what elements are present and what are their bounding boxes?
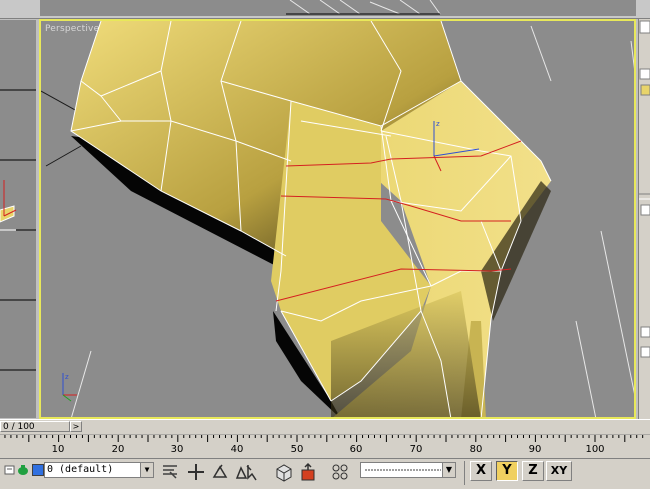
layer-color-swatch[interactable] (32, 464, 44, 476)
tick-label-80: 80 (469, 444, 483, 455)
command-panel[interactable] (638, 19, 650, 419)
rotate-icon[interactable] (210, 462, 230, 482)
named-selection-set-dropdown[interactable]: ▼ (360, 462, 456, 478)
chevron-down-icon[interactable]: ▼ (442, 463, 455, 477)
tick-label-90: 90 (528, 444, 542, 455)
select-cursor-icon[interactable] (244, 462, 262, 482)
perspective-viewport[interactable]: Perspective z z (39, 19, 636, 419)
svg-text:z: z (436, 120, 440, 128)
time-slider-thumb[interactable]: 0 / 100 (0, 421, 70, 432)
teapot-icon[interactable] (16, 463, 30, 477)
separator (464, 461, 465, 485)
render-scene-icon[interactable] (274, 462, 294, 482)
current-layer-dropdown[interactable]: 0 (default) ▼ (44, 462, 154, 478)
track-bar-ruler[interactable]: 10 20 30 40 50 60 70 80 90 100 (0, 434, 650, 458)
axis-z-button[interactable]: Z (522, 461, 544, 481)
chevron-down-icon[interactable]: ▼ (140, 463, 153, 477)
model-mesh[interactable]: z z (41, 21, 636, 419)
named-selection-icon[interactable] (330, 462, 350, 482)
axis-xy-button[interactable]: XY (546, 461, 572, 481)
select-by-name-icon[interactable] (160, 462, 180, 482)
tick-label-60: 60 (349, 444, 363, 455)
tick-label-100: 100 (585, 444, 605, 455)
axis-x-button[interactable]: X (470, 461, 492, 481)
tick-label-50: 50 (290, 444, 304, 455)
top-viewport[interactable] (40, 0, 636, 16)
bottom-toolbar: 0 (default) ▼ ▼ X Y Z XY (0, 458, 650, 489)
axis-y-button[interactable]: Y (496, 461, 518, 481)
move-icon[interactable] (186, 462, 206, 482)
tick-label-40: 40 (230, 444, 244, 455)
current-layer-value: 0 (default) (47, 464, 114, 475)
layer-manager-icon[interactable] (4, 463, 16, 477)
time-slider[interactable]: 0 / 100 > (0, 419, 650, 435)
tick-label-10: 10 (51, 444, 65, 455)
time-slider-next-arrow[interactable]: > (70, 421, 82, 432)
tick-label-70: 70 (409, 444, 423, 455)
quick-render-icon[interactable] (298, 462, 318, 482)
left-viewport[interactable] (0, 20, 38, 418)
tick-label-30: 30 (170, 444, 184, 455)
top-viewport-strip (0, 0, 650, 19)
svg-text:z: z (65, 373, 69, 381)
tick-label-20: 20 (111, 444, 125, 455)
